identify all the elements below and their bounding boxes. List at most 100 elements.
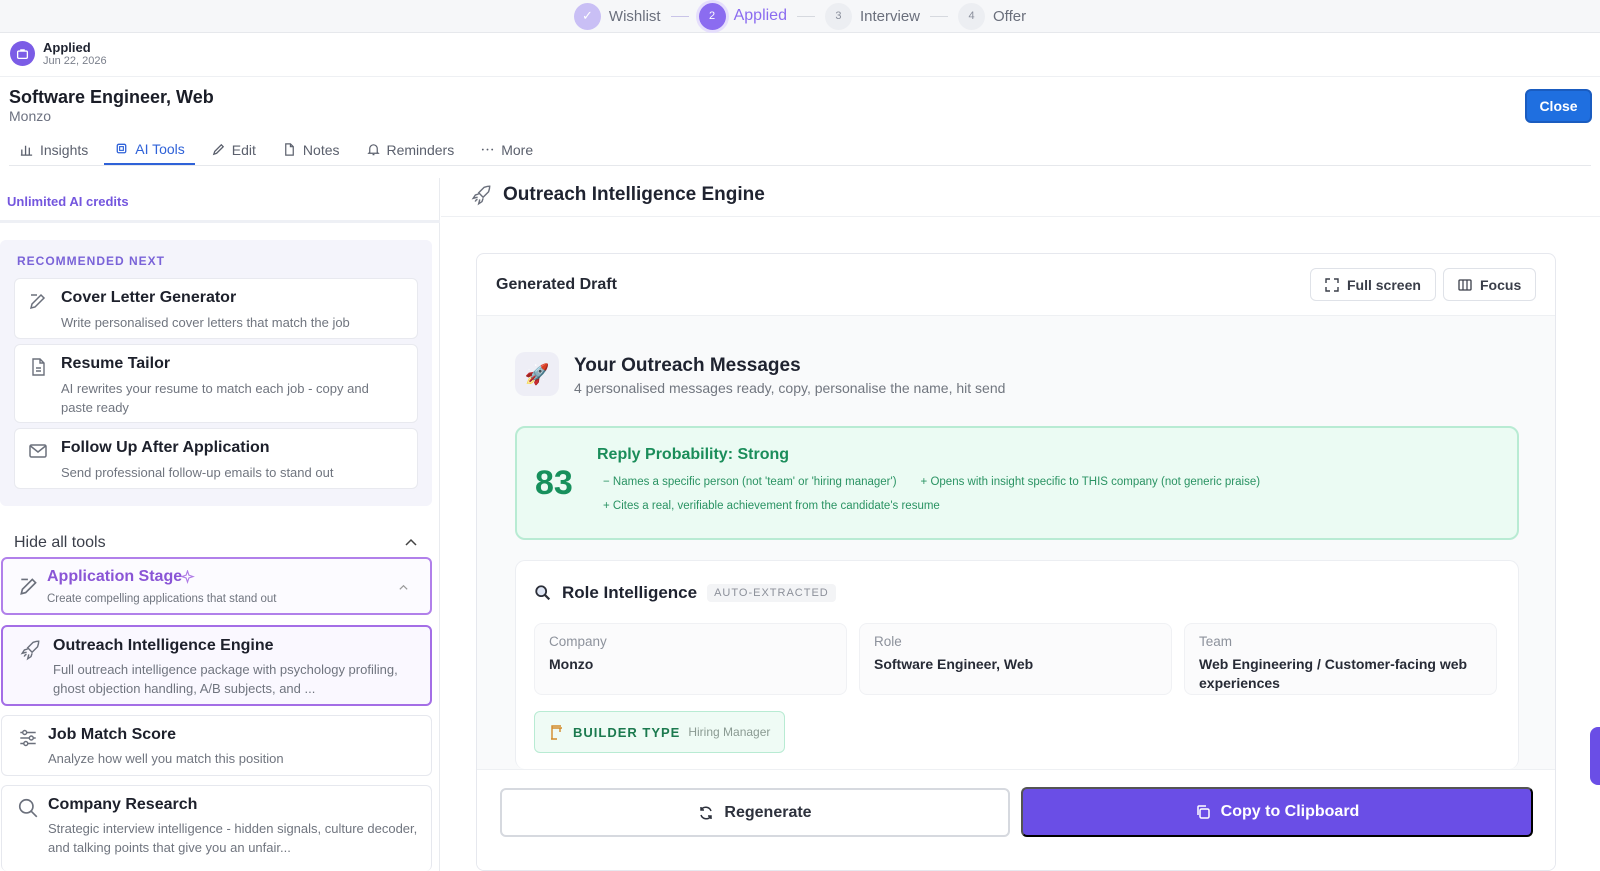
tool-job-match[interactable]: Job Match Score Analyze how well you mat… (1, 715, 432, 776)
messages-title: Your Outreach Messages (574, 355, 801, 376)
field-company: Company Monzo (534, 623, 847, 695)
crane-icon (551, 725, 562, 740)
regenerate-label: Regenerate (724, 803, 812, 821)
tool-follow-up[interactable]: Follow Up After Application Send profess… (14, 428, 418, 489)
tool-title: Outreach Intelligence Engine (53, 637, 274, 654)
messages-subtitle: 4 personalised messages ready, copy, per… (574, 380, 1006, 396)
workspace-header: Outreach Intelligence Engine (471, 184, 765, 206)
focus-button[interactable]: Focus (1443, 268, 1537, 301)
tool-workspace: Outreach Intelligence Engine Generated D… (441, 178, 1600, 871)
focus-label: Focus (1480, 276, 1522, 293)
step-label: Interview (859, 7, 920, 25)
score-factor: + Cites a real, verifiable achievement f… (603, 500, 940, 512)
tab-insights[interactable]: Insights (9, 134, 98, 165)
refresh-icon (700, 805, 713, 820)
builder-type-sub: Hiring Manager (688, 725, 771, 739)
step-number: 2 (698, 2, 726, 30)
regenerate-button[interactable]: Regenerate (500, 788, 1010, 837)
divider (441, 216, 1600, 217)
edit-icon (29, 293, 46, 310)
role-title: Role Intelligence (562, 583, 698, 602)
tool-description: AI rewrites your resume to match each jo… (61, 381, 369, 415)
field-value: Web Engineering / Customer-facing web ex… (1199, 656, 1468, 691)
field-value: Monzo (549, 656, 594, 672)
draft-content[interactable]: 🚀 Your Outreach Messages 4 personalised … (477, 316, 1555, 769)
stage-title: Application Stage (47, 568, 183, 585)
status-row: Applied Jun 22, 2026 (10, 40, 107, 67)
tool-description: Write personalised cover letters that ma… (61, 315, 350, 330)
page-title: Software Engineer, Web (9, 87, 214, 107)
step-label: Wishlist (608, 7, 661, 25)
document-icon (285, 143, 294, 156)
divider (0, 76, 1600, 77)
status-date: Jun 22, 2026 (43, 55, 107, 67)
score-factor: − Names a specific person (not 'team' or… (603, 476, 897, 488)
tab-ai-tools[interactable]: AI Tools (104, 134, 195, 165)
pencil-icon (212, 143, 224, 156)
sliders-icon (20, 729, 36, 747)
draft-title: Generated Draft (496, 276, 617, 293)
search-icon (18, 798, 38, 818)
builder-type-label: BUILDER TYPE (573, 724, 681, 740)
step-connector (930, 15, 948, 17)
step-label: Offer (993, 7, 1027, 25)
tool-description: Full outreach intelligence package with … (53, 662, 398, 696)
tab-notes[interactable]: Notes (272, 134, 350, 165)
sparkle-icon (180, 570, 195, 584)
tool-outreach-intelligence[interactable]: Outreach Intelligence Engine Full outrea… (1, 625, 432, 706)
recommended-section: RECOMMENDED NEXT Cover Letter Generator … (0, 240, 432, 506)
tab-edit[interactable]: Edit (201, 134, 266, 165)
hide-tools-toggle[interactable]: Hide all tools (14, 534, 418, 552)
step-number: 3 (824, 2, 852, 30)
tool-title: Company Research (48, 796, 198, 813)
hide-tools-label: Hide all tools (14, 534, 106, 551)
expand-icon (1325, 277, 1339, 292)
score-label: Reply Probability: Strong (597, 446, 790, 463)
fullscreen-button[interactable]: Full screen (1310, 268, 1436, 301)
tab-label: Reminders (386, 141, 455, 158)
step-label: Applied (733, 7, 787, 24)
tool-cover-letter[interactable]: Cover Letter Generator Write personalise… (14, 278, 418, 339)
copy-label: Copy to Clipboard (1220, 803, 1360, 820)
role-header: Role Intelligence AUTO-EXTRACTED (534, 583, 836, 603)
field-value: Software Engineer, Web (874, 656, 1034, 672)
tool-title: Cover Letter Generator (61, 289, 237, 306)
tools-sidebar: Unlimited AI credits RECOMMENDED NEXT Co… (0, 178, 440, 871)
application-stage-group[interactable]: Application Stage Create compelling appl… (1, 557, 432, 615)
tab-bar: Insights AI Tools Edit Notes Reminders M… (9, 134, 1591, 166)
bar-chart-icon (20, 145, 33, 156)
stage-description: Create compelling applications that stan… (47, 593, 277, 605)
tool-title: Resume Tailor (61, 355, 171, 372)
tab-label: AI Tools (135, 140, 185, 157)
bell-icon (366, 144, 380, 156)
tool-description: Analyze how well you match this position (48, 751, 284, 766)
field-key: Team (1199, 634, 1233, 649)
briefcase-icon (10, 41, 35, 66)
tab-more[interactable]: More (470, 134, 543, 165)
fullscreen-label: Full screen (1347, 276, 1421, 293)
generated-draft-card: Generated Draft Full screen Focus 🚀 Your… (476, 253, 1556, 871)
role-intelligence-card: Role Intelligence AUTO-EXTRACTED Company… (515, 560, 1519, 769)
draft-actions: Regenerate Copy to Clipboard (477, 769, 1555, 870)
step-wishlist[interactable]: ✓ Wishlist (573, 2, 661, 30)
status-label: Applied (43, 40, 91, 55)
step-number: 4 (958, 2, 985, 30)
tool-description: Strategic interview intelligence - hidde… (48, 821, 418, 855)
side-drawer-handle[interactable] (1590, 727, 1600, 785)
field-role: Role Software Engineer, Web (859, 623, 1172, 695)
close-button[interactable]: Close (1525, 89, 1592, 123)
tool-resume-tailor[interactable]: Resume Tailor AI rewrites your resume to… (14, 344, 418, 423)
tab-reminders[interactable]: Reminders (356, 134, 465, 165)
copy-to-clipboard-button[interactable]: Copy to Clipboard (1021, 787, 1533, 837)
tab-label: Notes (302, 141, 340, 158)
step-connector (670, 15, 689, 17)
step-offer[interactable]: 4 Offer (958, 2, 1027, 30)
reply-probability-card: 83 Reply Probability: Strong − Names a s… (515, 426, 1519, 540)
chevron-up-icon (399, 584, 408, 590)
tool-company-research[interactable]: Company Research Strategic interview int… (1, 785, 432, 871)
score-factors: − Names a specific person (not 'team' or… (597, 474, 1497, 514)
step-interview[interactable]: 3 Interview (824, 2, 920, 30)
score-value: 83 (535, 464, 573, 502)
tab-label: Insights (40, 141, 89, 158)
step-applied[interactable]: 2 Applied (698, 2, 787, 30)
